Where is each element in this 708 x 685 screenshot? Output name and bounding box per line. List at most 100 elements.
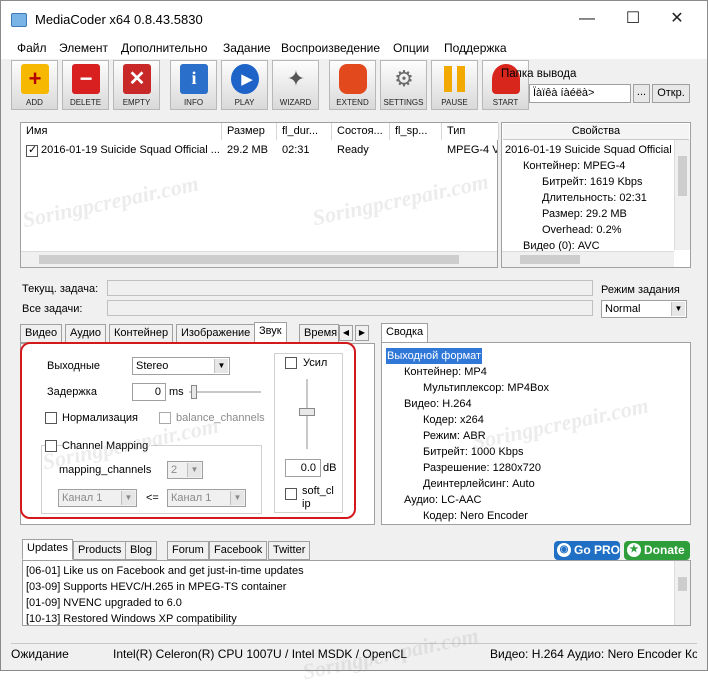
wizard-label: WIZARD — [279, 98, 312, 107]
status-state: Ожидание — [11, 647, 69, 661]
properties-hscroll[interactable] — [502, 251, 674, 267]
close-button[interactable]: ✕ — [657, 9, 697, 31]
menu-bar: Файл Элемент Дополнительно Задание Воспр… — [1, 37, 707, 59]
empty-button[interactable]: ✕ EMPTY — [113, 60, 160, 110]
tab-scroll-left-icon[interactable]: ◀ — [339, 325, 353, 341]
file-list-hscroll[interactable] — [21, 251, 497, 267]
col-speed[interactable]: fl_sp... — [390, 123, 442, 140]
task-mode-label: Режим задания — [601, 284, 680, 296]
window-title: MediaCoder x64 0.8.43.5830 — [35, 12, 203, 27]
chevron-down-icon: ▼ — [214, 359, 228, 373]
menu-playback[interactable]: Воспроизведение — [281, 41, 380, 55]
task-mode-select[interactable]: Normal ▼ — [601, 300, 687, 318]
tab-updates[interactable]: Updates — [22, 539, 73, 560]
properties-header[interactable]: Свойства — [503, 124, 689, 140]
maximize-button[interactable]: ☐ — [613, 9, 653, 31]
gain-slider-thumb[interactable] — [299, 408, 315, 416]
news-item[interactable]: [06-01] Like us on Facebook and get just… — [26, 563, 304, 579]
summary-deinterlace: Деинтерлейсинг: Auto — [423, 478, 535, 490]
settings-button[interactable]: ⚙ SETTINGS — [380, 60, 427, 110]
hscroll-thumb[interactable] — [39, 255, 459, 264]
col-name[interactable]: Имя — [21, 123, 222, 140]
gain-label: Усил — [303, 357, 328, 369]
tab-container[interactable]: Контейнер — [109, 324, 174, 343]
vscroll-thumb[interactable] — [678, 577, 687, 591]
tab-forum[interactable]: Forum — [167, 541, 209, 560]
extend-button[interactable]: EXTEND — [329, 60, 376, 110]
summary-video: Видео: H.264 — [404, 398, 472, 410]
output-channels-value: Stereo — [136, 360, 169, 372]
news-item[interactable]: [10-13] Restored Windows XP compatibilit… — [26, 611, 237, 627]
tab-time[interactable]: Время — [299, 324, 339, 343]
output-folder-input[interactable]: Ïàïêà íàéëà> — [529, 84, 631, 103]
mapping-channels-select[interactable]: 2 ▼ — [167, 461, 203, 479]
col-state[interactable]: Состоя... — [332, 123, 390, 140]
output-folder-label: Папка вывода — [501, 68, 577, 80]
empty-label: EMPTY — [122, 98, 151, 107]
tab-facebook[interactable]: Facebook — [209, 541, 268, 560]
balance-channels-checkbox[interactable] — [159, 412, 171, 424]
delay-unit: ms — [169, 386, 184, 398]
tab-image[interactable]: Изображение — [176, 324, 256, 343]
properties-panel: Свойства 2016-01-19 Suicide Squad Offici… — [501, 122, 691, 268]
menu-advanced[interactable]: Дополнительно — [121, 41, 207, 55]
properties-vscroll[interactable] — [674, 140, 690, 250]
menu-item[interactable]: Элемент — [59, 41, 108, 55]
output-channels-select[interactable]: Stereo ▼ — [132, 357, 230, 375]
tab-video[interactable]: Видео — [20, 324, 63, 343]
file-type: MPEG-4 Vi — [447, 144, 497, 156]
hscroll-thumb[interactable] — [520, 255, 580, 264]
menu-options[interactable]: Опции — [393, 41, 429, 55]
news-item[interactable]: [01-09] NVENC upgraded to 6.0 — [26, 595, 182, 611]
current-task-label: Текущ. задача: — [22, 283, 99, 295]
news-vscroll[interactable] — [674, 561, 690, 625]
mapping-channels-label: mapping_channels — [59, 464, 152, 476]
tab-scroll-right-icon[interactable]: ▶ — [355, 325, 369, 341]
info-button[interactable]: i INFO — [170, 60, 217, 110]
pause-button[interactable]: PAUSE — [431, 60, 478, 110]
minimize-button[interactable]: — — [567, 9, 607, 31]
table-row[interactable]: 2016-01-19 Suicide Squad Official ... 29… — [21, 142, 497, 160]
news-item[interactable]: [03-09] Supports HEVC/H.265 in MPEG-TS c… — [26, 579, 286, 595]
channel-source-select[interactable]: Канал 1 ▼ — [58, 489, 137, 507]
tab-audio[interactable]: Аудио — [65, 324, 107, 343]
go-pro-button[interactable]: ◉ Go PRO — [554, 541, 620, 560]
play-button[interactable]: ▶ PLAY — [221, 60, 268, 110]
file-checkbox[interactable] — [26, 143, 38, 157]
delete-button[interactable]: − DELETE — [62, 60, 109, 110]
col-size[interactable]: Размер — [222, 123, 277, 140]
menu-task[interactable]: Задание — [223, 41, 271, 55]
browse-button[interactable]: ... — [633, 84, 650, 103]
delay-slider-track[interactable] — [189, 391, 261, 393]
wizard-button[interactable]: ✦ WIZARD — [272, 60, 319, 110]
tab-blog[interactable]: Blog — [125, 541, 158, 560]
donate-label: Donate — [644, 543, 685, 557]
open-folder-button[interactable]: Откр. — [652, 84, 690, 103]
col-duration[interactable]: fl_dur... — [277, 123, 332, 140]
file-list[interactable]: Имя Размер fl_dur... Состоя... fl_sp... … — [20, 122, 499, 268]
donate-button[interactable]: ★ Donate — [624, 541, 690, 560]
tab-twitter[interactable]: Twitter — [268, 541, 311, 560]
tab-summary[interactable]: Сводка — [381, 323, 429, 344]
summary-output-format[interactable]: Выходной формат — [386, 348, 483, 364]
vscroll-thumb[interactable] — [678, 156, 687, 196]
tab-sound[interactable]: Звук — [254, 322, 287, 343]
tab-products[interactable]: Products — [73, 541, 127, 560]
soft-clip-checkbox[interactable] — [285, 488, 297, 500]
add-button[interactable]: + ADD — [11, 60, 58, 110]
info-label: INFO — [183, 98, 204, 107]
gain-checkbox[interactable] — [285, 357, 297, 369]
gain-input[interactable]: 0.0 — [285, 459, 321, 477]
settings-tabs: Видео Аудио Контейнер Изображение Звук В… — [20, 322, 375, 344]
delay-slider-thumb[interactable] — [191, 385, 197, 399]
col-type[interactable]: Тип — [442, 123, 499, 140]
menu-support[interactable]: Поддержка — [444, 41, 507, 55]
normalize-checkbox[interactable] — [45, 412, 57, 424]
delay-input[interactable]: 0 — [132, 383, 166, 401]
menu-file[interactable]: Файл — [17, 41, 47, 55]
mapping-channels-value: 2 — [171, 464, 178, 476]
play-icon: ▶ — [231, 64, 259, 94]
channel-target-select[interactable]: Канал 1 ▼ — [167, 489, 246, 507]
channel-mapping-checkbox[interactable] — [45, 440, 57, 452]
summary-panel: Выходной формат Контейнер: MP4 Мультипле… — [381, 342, 691, 525]
